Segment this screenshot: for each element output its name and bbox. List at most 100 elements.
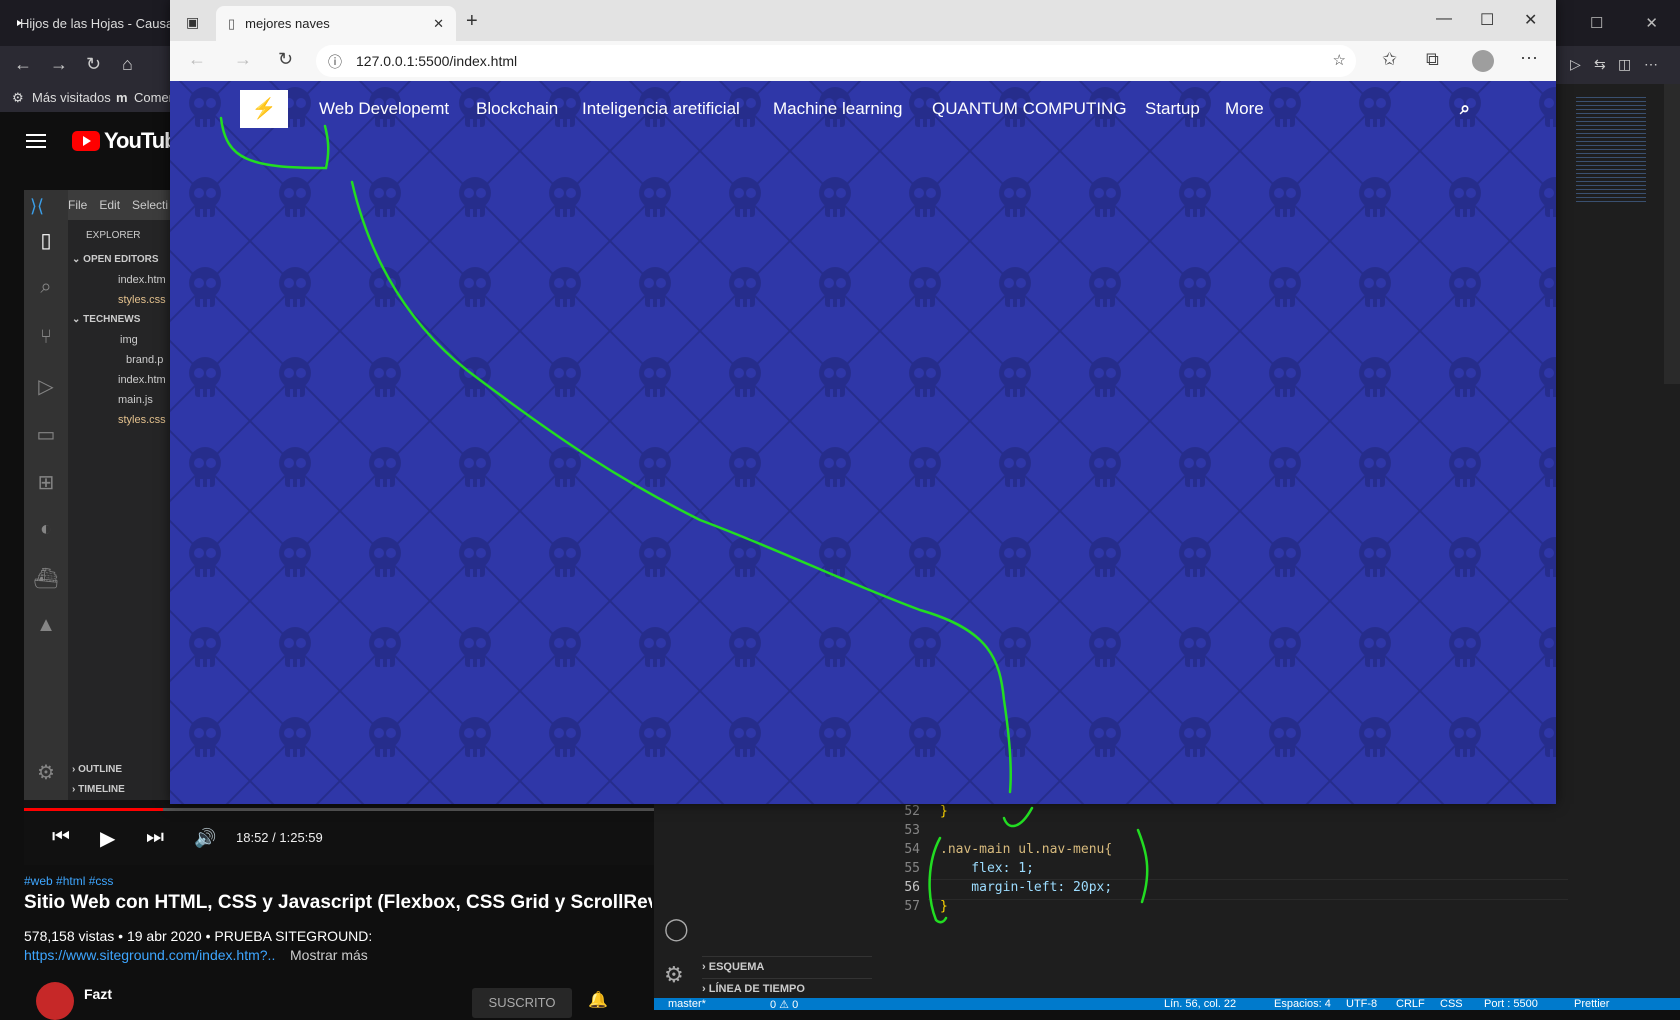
- menu-icon[interactable]: [26, 134, 46, 136]
- outline-section[interactable]: › OUTLINE: [72, 764, 122, 775]
- video-tags[interactable]: #web #html #css: [24, 874, 113, 888]
- play-icon[interactable]: ▷: [1570, 56, 1581, 73]
- forward-icon[interactable]: →: [234, 49, 252, 70]
- settings-gear-icon[interactable]: ⚙: [32, 760, 60, 788]
- status-eol[interactable]: CRLF: [1396, 998, 1425, 1010]
- maximize-icon[interactable]: ☐: [1590, 14, 1603, 32]
- extensions-icon[interactable]: ⊞: [32, 470, 60, 498]
- tree-brand-file[interactable]: brand.p: [126, 354, 163, 366]
- reload-icon[interactable]: ↻: [86, 54, 101, 75]
- back-icon[interactable]: ←: [14, 54, 32, 75]
- page-icon: ▯: [228, 15, 236, 31]
- azure-icon[interactable]: ▲: [32, 614, 60, 642]
- collections-icon[interactable]: ⧉: [1426, 49, 1439, 70]
- status-language[interactable]: CSS: [1440, 998, 1463, 1010]
- line-number: 54: [904, 842, 920, 857]
- esquema-section[interactable]: › ESQUEMA: [702, 956, 872, 977]
- bookmark-most-visited[interactable]: Más visitados: [32, 90, 111, 105]
- manage-gear-icon[interactable]: ⚙: [664, 962, 684, 988]
- nav-item-startup[interactable]: Startup: [1145, 99, 1200, 119]
- maximize-icon[interactable]: ☐: [1480, 10, 1494, 30]
- git-graph-icon[interactable]: ◐: [32, 518, 60, 546]
- refresh-icon[interactable]: ↻: [278, 49, 293, 70]
- tree-styles-file[interactable]: styles.css: [118, 414, 166, 426]
- next-icon[interactable]: ⏭: [146, 826, 164, 849]
- bookmark-comer[interactable]: Comer: [134, 90, 173, 105]
- status-port[interactable]: Port : 5500: [1484, 998, 1538, 1010]
- tree-img-folder[interactable]: img: [120, 334, 138, 346]
- address-bar[interactable]: ⓘ 127.0.0.1:5500/index.html ☆: [316, 45, 1356, 77]
- close-icon[interactable]: ✕: [1524, 10, 1537, 30]
- channel-name[interactable]: Fazt: [84, 986, 112, 1002]
- nav-item-blockchain[interactable]: Blockchain: [476, 99, 558, 119]
- minimap[interactable]: [1576, 94, 1646, 204]
- add-favorite-icon[interactable]: ☆: [1333, 51, 1346, 69]
- status-encoding[interactable]: UTF-8: [1346, 998, 1377, 1010]
- tab-close-icon[interactable]: ✕: [433, 16, 444, 32]
- edge-tab[interactable]: ▯ mejores naves ✕: [216, 6, 456, 41]
- nav-item-quantum[interactable]: QUANTUM COMPUTING: [932, 99, 1127, 119]
- timeline-section[interactable]: › TIMELINE: [72, 784, 125, 795]
- status-branch[interactable]: master*: [668, 998, 706, 1010]
- tree-index-file[interactable]: index.htm: [118, 374, 166, 386]
- play-button-icon[interactable]: ▶: [100, 826, 115, 851]
- edge-tab-title: mejores naves: [245, 16, 330, 31]
- source-control-icon[interactable]: ⑂: [32, 326, 60, 354]
- project-section[interactable]: ⌄ TECHNEWS: [72, 314, 140, 325]
- back-icon[interactable]: ←: [188, 49, 206, 70]
- show-more-button[interactable]: Mostrar más: [290, 947, 368, 963]
- status-spaces[interactable]: Espacios: 4: [1274, 998, 1331, 1010]
- channel-avatar[interactable]: [36, 982, 74, 1020]
- open-editors-section[interactable]: ⌄ OPEN EDITORS: [72, 254, 159, 265]
- gear-icon: ⚙: [12, 90, 24, 105]
- menu-edit[interactable]: Edit: [99, 198, 120, 212]
- new-tab-icon[interactable]: +: [466, 10, 478, 33]
- background-tab[interactable]: Hijos de las Hojas - Causa: [0, 6, 172, 40]
- status-errors[interactable]: 0 ⚠ 0: [770, 998, 798, 1011]
- video-time: 18:52 / 1:25:59: [236, 830, 323, 845]
- subscribe-button[interactable]: SUSCRITO: [472, 988, 572, 1018]
- info-icon[interactable]: ⓘ: [328, 52, 342, 72]
- volume-icon[interactable]: 🔊: [194, 828, 216, 849]
- more-icon[interactable]: ⋯: [1644, 56, 1658, 73]
- remote-icon[interactable]: ▭: [32, 422, 60, 450]
- nav-item-ai[interactable]: Inteligencia aretificial: [582, 99, 740, 119]
- brand-logo[interactable]: ⚡: [240, 90, 288, 128]
- status-prettier[interactable]: Prettier: [1574, 998, 1609, 1010]
- settings-more-icon[interactable]: ⋯: [1520, 48, 1538, 69]
- run-debug-icon[interactable]: ▷: [32, 374, 60, 402]
- previous-icon[interactable]: ⏮: [52, 826, 70, 849]
- scrollbar[interactable]: [1664, 84, 1680, 384]
- bell-icon[interactable]: 🔔: [588, 990, 608, 1010]
- account-icon[interactable]: ◯: [664, 916, 689, 942]
- line-number: 52: [904, 804, 920, 819]
- code-line: .nav-main ul.nav-menu{: [940, 842, 1113, 857]
- nav-item-machine-learning[interactable]: Machine learning: [773, 99, 902, 119]
- home-icon[interactable]: ⌂: [122, 54, 133, 75]
- nav-item-more[interactable]: More: [1225, 99, 1264, 119]
- close-icon[interactable]: ✕: [1645, 14, 1658, 32]
- linea-tiempo-section[interactable]: › LÍNEA DE TIEMPO: [702, 978, 872, 999]
- search-icon[interactable]: ⌕: [32, 276, 60, 304]
- menu-selection[interactable]: Selecti: [132, 198, 168, 212]
- profile-avatar[interactable]: [1472, 50, 1494, 72]
- minimize-icon[interactable]: —: [1436, 10, 1452, 28]
- search-icon[interactable]: ⌕: [1460, 98, 1470, 119]
- favorites-icon[interactable]: ✩: [1382, 49, 1397, 70]
- compare-icon[interactable]: ⇆: [1594, 56, 1606, 73]
- video-title: Sitio Web con HTML, CSS y Javascript (Fl…: [24, 892, 652, 913]
- tab-actions-icon[interactable]: ▣: [186, 14, 199, 31]
- description-link[interactable]: https://www.siteground.com/index.htm?..: [24, 947, 275, 963]
- code-line: margin-left: 20px;: [940, 880, 1113, 895]
- open-file-styles[interactable]: styles.css: [118, 294, 166, 306]
- docker-icon[interactable]: ⛴: [32, 566, 60, 594]
- files-icon[interactable]: ▯: [32, 228, 60, 256]
- status-position[interactable]: Lín. 56, col. 22: [1164, 998, 1236, 1010]
- code-line: }: [940, 899, 948, 914]
- split-icon[interactable]: ◫: [1618, 56, 1631, 73]
- open-file-index[interactable]: index.htm: [118, 274, 166, 286]
- forward-icon[interactable]: →: [50, 54, 68, 75]
- menu-file[interactable]: File: [68, 198, 87, 212]
- tree-main-file[interactable]: main.js: [118, 394, 153, 406]
- nav-item-web-development[interactable]: Web Developemt: [319, 99, 449, 119]
